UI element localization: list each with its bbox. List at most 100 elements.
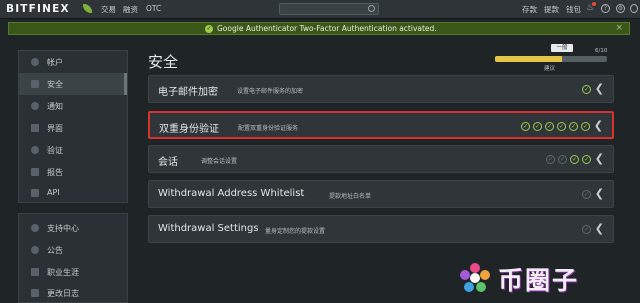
security-level-caption: 建议 xyxy=(544,66,556,72)
notification-text: Google Authenticator Two-Factor Authenti… xyxy=(217,24,437,33)
panel-status-dots: ✓ ✓ ✓ ✓ xyxy=(543,155,591,165)
watermark: 币圈子 xyxy=(458,257,640,303)
sidebar-item-label: 验证 xyxy=(47,146,63,155)
sidebar-item-verification[interactable]: 验证 xyxy=(19,139,127,161)
user-icon xyxy=(31,58,39,66)
sidebar-item-label: 更改日志 xyxy=(47,289,79,298)
check-status-icon: ✓ xyxy=(582,85,591,94)
panel-description: 配置双重身份验证服务 xyxy=(238,125,299,132)
help-sidebar: 支持中心 公告 职业生涯 更改日志 xyxy=(18,213,128,303)
sidebar-item-changelog[interactable]: 更改日志 xyxy=(19,282,127,303)
check-status-icon: ✓ xyxy=(570,155,579,164)
check-icon xyxy=(31,146,39,154)
panel-status-dots: ✓ xyxy=(579,225,591,235)
security-level-fill xyxy=(495,56,563,62)
chevron-left-icon[interactable]: ❮ xyxy=(595,187,604,200)
megaphone-icon xyxy=(31,246,39,254)
bitfinex-logo[interactable]: BITFINEX xyxy=(6,3,70,15)
panel-description: 调整会话设置 xyxy=(201,158,238,165)
page-title: 安全 xyxy=(148,53,179,71)
sidebar-item-reports[interactable]: 报告 xyxy=(19,161,127,183)
sidebar-item-label: 界面 xyxy=(47,124,63,133)
watermark-text: 币圈子 xyxy=(498,266,580,295)
chevron-left-icon[interactable]: ❮ xyxy=(595,222,604,235)
help-icon[interactable]: ? xyxy=(601,4,610,13)
check-status-icon: ✓ xyxy=(569,122,578,131)
panel-email-encryption[interactable]: 电子邮件加密 设置电子邮件服务的加密 ✓ ❮ xyxy=(148,75,614,103)
chevron-left-icon[interactable]: ❮ xyxy=(595,152,604,165)
pending-status-icon: ✓ xyxy=(582,190,591,199)
sidebar-item-label: 公告 xyxy=(47,246,63,255)
check-status-icon: ✓ xyxy=(533,122,542,131)
briefcase-icon xyxy=(31,268,39,276)
flower-logo-icon xyxy=(460,263,490,292)
nav-trading[interactable]: 交易 xyxy=(101,4,116,15)
sidebar-item-careers[interactable]: 职业生涯 xyxy=(19,261,127,283)
pending-status-icon: ✓ xyxy=(546,155,555,164)
panel-description: 设置电子邮件服务的加密 xyxy=(237,88,304,95)
sidebar-item-label: 支持中心 xyxy=(47,224,79,233)
sidebar-item-label: 报告 xyxy=(47,168,63,177)
sidebar-item-security[interactable]: 安全 xyxy=(19,73,127,95)
panel-title: 会话 xyxy=(158,157,178,168)
panel-withdrawal-whitelist[interactable]: Withdrawal Address Whitelist 提款地址白名单 ✓ ❮ xyxy=(148,180,614,208)
security-level-bar xyxy=(495,56,607,62)
log-icon xyxy=(31,289,39,297)
panel-title: Withdrawal Address Whitelist xyxy=(158,188,305,199)
help-icon xyxy=(31,224,39,232)
check-status-icon: ✓ xyxy=(557,122,566,131)
sidebar-item-interface[interactable]: 界面 xyxy=(19,117,127,139)
panel-status-dots: ✓ xyxy=(579,85,591,95)
sidebar-item-label: 安全 xyxy=(47,80,63,89)
check-status-icon: ✓ xyxy=(545,122,554,131)
panel-title: Withdrawal Settings xyxy=(158,223,259,234)
panel-sessions[interactable]: 会话 调整会话设置 ✓ ✓ ✓ ✓ ❮ xyxy=(148,145,614,173)
sidebar-item-label: API xyxy=(47,188,60,197)
user-menu-icon[interactable] xyxy=(630,4,638,13)
sidebar-item-notifications[interactable]: 通知 xyxy=(19,95,127,117)
check-status-icon: ✓ xyxy=(521,122,530,131)
top-nav-bar: BITFINEX 交易 融资 OTC 存款 提款 钱包 ♨ ? ⚙ xyxy=(0,0,640,19)
check-circle-icon: ✓ xyxy=(205,25,213,33)
nav-otc[interactable]: OTC xyxy=(146,4,161,13)
bell-icon xyxy=(31,102,39,110)
panel-withdrawal-settings[interactable]: Withdrawal Settings 量身定制您的提款设置 ✓ ❮ xyxy=(148,215,614,243)
sidebar-item-label: 帐户 xyxy=(47,58,63,67)
lock-icon xyxy=(31,80,39,88)
leaf-logo-icon xyxy=(83,4,92,13)
settings-sidebar: 帐户 安全 通知 界面 验证 报告 API xyxy=(18,50,128,203)
security-level-label: 一般 xyxy=(551,44,573,52)
screen-icon xyxy=(31,124,39,132)
security-level-count: 6/10 xyxy=(595,48,608,54)
chevron-left-icon[interactable]: ❮ xyxy=(595,82,604,95)
pending-status-icon: ✓ xyxy=(582,225,591,234)
api-icon xyxy=(31,189,39,197)
check-status-icon: ✓ xyxy=(581,122,590,131)
success-notification: ✓ Google Authenticator Two-Factor Authen… xyxy=(8,22,630,35)
panel-title: 双重身份验证 xyxy=(159,124,219,135)
sidebar-item-announcements[interactable]: 公告 xyxy=(19,239,127,261)
chevron-left-icon[interactable]: ❮ xyxy=(594,119,603,132)
nav-wallet[interactable]: 钱包 xyxy=(566,4,581,15)
close-icon[interactable]: × xyxy=(615,23,623,33)
sidebar-item-label: 通知 xyxy=(47,102,63,111)
panel-two-factor-auth[interactable]: 双重身份验证 配置双重身份验证服务 ✓ ✓ ✓ ✓ ✓ ✓ ❮ xyxy=(148,111,614,139)
settings-gear-icon[interactable]: ⚙ xyxy=(616,4,625,13)
sidebar-item-label: 职业生涯 xyxy=(47,268,79,277)
check-status-icon: ✓ xyxy=(582,155,591,164)
pending-status-icon: ✓ xyxy=(558,155,567,164)
panel-title: 电子邮件加密 xyxy=(158,87,218,98)
nav-deposit[interactable]: 存款 xyxy=(522,4,537,15)
sidebar-item-account[interactable]: 帐户 xyxy=(19,51,127,73)
sidebar-item-api[interactable]: API xyxy=(19,182,127,204)
nav-funding[interactable]: 融资 xyxy=(123,4,138,15)
panel-status-dots: ✓ ✓ ✓ ✓ ✓ ✓ xyxy=(518,122,590,132)
panel-status-dots: ✓ xyxy=(579,190,591,200)
sidebar-item-support[interactable]: 支持中心 xyxy=(19,217,127,239)
notification-badge xyxy=(592,2,596,6)
search-input[interactable] xyxy=(279,3,379,15)
panel-description: 量身定制您的提款设置 xyxy=(265,228,326,235)
chart-icon xyxy=(31,168,39,176)
search-icon xyxy=(368,5,375,12)
nav-withdraw[interactable]: 提款 xyxy=(544,4,559,15)
